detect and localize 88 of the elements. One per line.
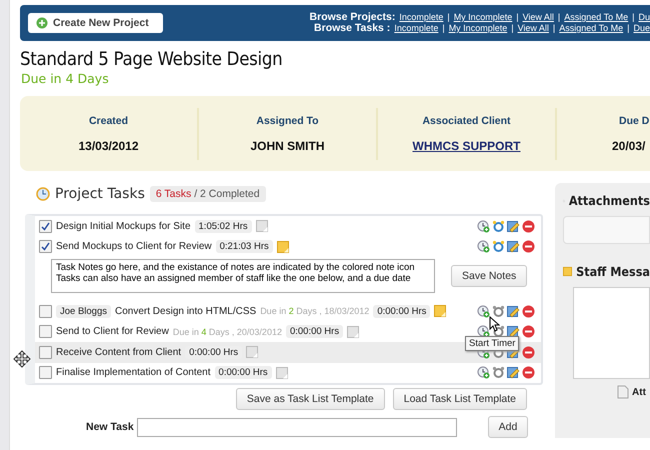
move-cursor-icon (13, 350, 31, 368)
client-link[interactable]: WHMCS SUPPORT (412, 138, 520, 152)
info-value: 20/03/ (611, 138, 646, 152)
new-task-field[interactable] (136, 418, 457, 436)
info-label: Due D (618, 114, 650, 126)
task-checkbox[interactable] (39, 304, 52, 318)
task-checkbox[interactable] (39, 240, 52, 254)
edit-icon[interactable] (507, 240, 520, 254)
note-icon[interactable] (434, 305, 446, 318)
task-title[interactable]: Receive Content from Client (56, 346, 182, 358)
link-separator: | (558, 12, 560, 23)
browse-link[interactable]: My Incomplete (448, 23, 508, 34)
add-time-icon[interactable] (477, 220, 490, 233)
messages-heading: Staff Messa (576, 264, 650, 279)
time-spent: 1:05:02 Hrs (194, 220, 252, 233)
delete-icon[interactable] (522, 240, 535, 254)
new-task-label: New Task (86, 421, 134, 433)
document-icon (617, 385, 630, 399)
task-checkbox[interactable] (39, 220, 52, 233)
attachments-heading: Attachments (568, 193, 650, 208)
time-spent: 0:21:03 Hrs (216, 240, 273, 254)
browse-link[interactable]: View All (518, 23, 549, 34)
link-separator: | (632, 12, 634, 23)
note-icon[interactable] (276, 240, 289, 253)
edit-icon[interactable] (507, 366, 520, 380)
assignee-tag: Joe Bloggs (56, 304, 112, 318)
edit-icon[interactable] (507, 220, 520, 233)
note-icon (563, 266, 572, 277)
delete-icon[interactable] (522, 325, 535, 338)
info-value: 13/03/2012 (78, 138, 139, 152)
create-project-button[interactable]: Create New Project (28, 13, 163, 33)
browse-link[interactable]: My Incomplete (454, 12, 512, 23)
message-field[interactable] (573, 287, 650, 379)
info-label: Assigned To (256, 114, 319, 126)
due-status: Due in 4 Days (21, 71, 110, 86)
browse-label: Browse Tasks : (314, 23, 390, 34)
browse-label: Browse Projects: (310, 12, 396, 23)
tasks-icon (36, 187, 50, 201)
add-time-icon[interactable] (477, 366, 490, 380)
section-title: Project Tasks (55, 186, 145, 202)
delete-icon[interactable] (522, 220, 535, 233)
delete-icon[interactable] (522, 346, 535, 359)
browse-link[interactable]: Incomplete (399, 12, 444, 23)
time-spent: 0:00:00 Hrs (286, 325, 344, 338)
template-button[interactable]: Load Task List Template (392, 388, 527, 410)
link-separator: | (511, 23, 514, 34)
pointer-cursor-icon (489, 316, 500, 332)
task-checkbox[interactable] (39, 366, 52, 380)
task-due-date: Due in 4 Days , 20/03/2012 (172, 326, 282, 337)
add-time-icon[interactable] (477, 240, 490, 254)
task-due-date: Due in 2 Days , 18/03/2012 (260, 306, 370, 316)
task-checkbox[interactable] (39, 325, 52, 338)
notes-field[interactable]: Task Notes go here, and the existance of notes are indicated by the colored note icon Tasks can also have an assigned member of staff like the one below, and a due date (51, 259, 435, 293)
template-button[interactable]: Save as Task List Template (236, 388, 385, 410)
info-label: Associated Client (422, 114, 511, 126)
browse-link[interactable]: View All (522, 12, 554, 23)
delete-icon[interactable] (522, 366, 535, 380)
attach-label: Att (632, 386, 646, 398)
link-separator: | (516, 12, 519, 23)
link-separator: | (552, 23, 556, 34)
time-spent: 0:00:00 Hrs (214, 366, 272, 380)
link-separator: | (442, 23, 445, 34)
link-separator: | (627, 23, 630, 34)
browse-link[interactable]: Du (638, 12, 650, 23)
info-label: Created (88, 114, 128, 126)
task-title[interactable]: Design Initial Mockups for Site (56, 220, 191, 232)
browse-link[interactable]: Assigned To Me (559, 23, 624, 34)
add-time-icon[interactable] (477, 304, 490, 318)
tooltip: Start Timer (465, 336, 520, 351)
info-value: JOHN SMITH (250, 138, 324, 152)
task-checkbox[interactable] (39, 346, 52, 359)
browse-link[interactable]: Incomplete (394, 23, 438, 34)
task-count-badge: 6 Tasks / 2 Completed (150, 186, 266, 202)
task-title[interactable]: Send Mockups to Client for Review (56, 241, 212, 252)
task-title[interactable]: Convert Design into HTML/CSS (115, 306, 256, 317)
browse-link[interactable]: Assigned To Me (564, 12, 628, 23)
time-spent: 0:00:00 Hrs (373, 304, 430, 318)
delete-icon[interactable] (522, 304, 535, 318)
add-button[interactable]: Add (488, 416, 528, 438)
task-title[interactable]: Send to Client for Review (56, 326, 169, 338)
task-title[interactable]: Finalise Implementation of Content (56, 367, 211, 378)
save-notes-button[interactable]: Save Notes (451, 265, 528, 287)
link-separator: | (447, 12, 450, 23)
edit-icon[interactable] (507, 304, 520, 318)
edit-icon[interactable] (507, 325, 520, 338)
project-title: Standard 5 Page Website Design (20, 49, 284, 70)
browse-link[interactable]: Due (633, 23, 650, 34)
plus-icon (36, 17, 48, 29)
